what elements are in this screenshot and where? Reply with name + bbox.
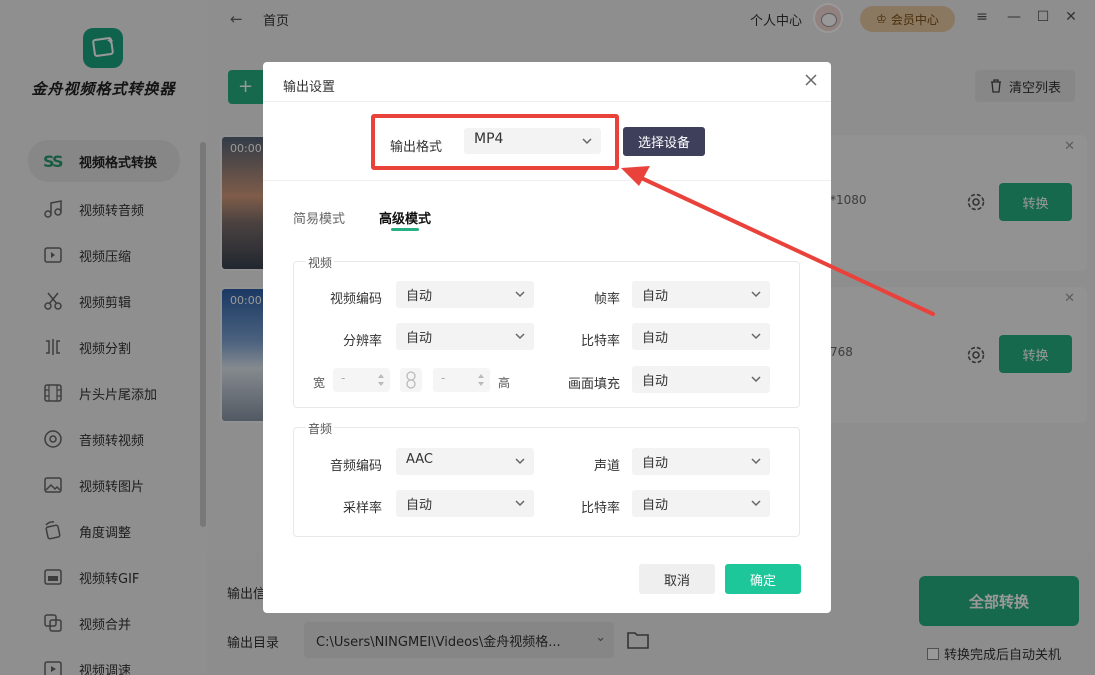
chevron-down-icon xyxy=(751,376,761,383)
width-value: - xyxy=(341,371,346,385)
resolution-select[interactable]: 自动 xyxy=(396,323,534,350)
divider xyxy=(263,101,831,102)
fill-mode-value: 自动 xyxy=(642,374,669,389)
close-icon[interactable] xyxy=(803,72,819,88)
audio-settings-group: 音频 音频编码 AAC 声道 自动 采样率 自动 比特率 自动 xyxy=(293,420,800,537)
sample-rate-select[interactable]: 自动 xyxy=(396,490,534,517)
resolution-value: 自动 xyxy=(406,331,433,346)
audio-group-title: 音频 xyxy=(306,420,335,437)
stepper-arrows-icon[interactable] xyxy=(377,371,385,389)
chevron-down-icon xyxy=(515,333,525,340)
chevron-down-icon xyxy=(515,458,525,465)
chevron-down-icon xyxy=(751,333,761,340)
sample-rate-value: 自动 xyxy=(406,498,433,513)
height-input[interactable]: - xyxy=(433,368,490,392)
active-tab-indicator xyxy=(391,228,419,231)
aspect-lock-toggle[interactable] xyxy=(400,368,422,392)
chevron-down-icon xyxy=(515,291,525,298)
frame-rate-select[interactable]: 自动 xyxy=(632,281,770,308)
dialog-title: 输出设置 xyxy=(283,80,336,95)
height-value: - xyxy=(441,371,446,385)
frame-rate-value: 自动 xyxy=(642,289,669,304)
chevron-down-icon xyxy=(751,291,761,298)
tab-advanced-mode[interactable]: 高级模式 xyxy=(379,208,431,227)
cancel-button[interactable]: 取消 xyxy=(639,564,715,594)
video-bitrate-label: 比特率 xyxy=(580,334,620,349)
channel-label: 声道 xyxy=(593,459,620,474)
chevron-down-icon xyxy=(751,500,761,507)
video-settings-group: 视频 视频编码 自动 帧率 自动 分辨率 自动 比特率 自动 宽 - - 高 画… xyxy=(293,254,800,408)
width-input[interactable]: - xyxy=(333,368,390,392)
video-group-title: 视频 xyxy=(306,254,335,271)
height-label: 高 xyxy=(498,376,511,390)
resolution-label: 分辨率 xyxy=(342,334,382,349)
chevron-down-icon xyxy=(515,500,525,507)
audio-codec-label: 音频编码 xyxy=(329,459,382,474)
width-label: 宽 xyxy=(313,376,326,390)
select-device-button[interactable]: 选择设备 xyxy=(623,127,705,156)
audio-codec-value: AAC xyxy=(406,452,433,467)
output-settings-dialog: 输出设置 输出格式 MP4 选择设备 简易模式 高级模式 视频 视频编码 自动 … xyxy=(263,62,831,613)
video-codec-label: 视频编码 xyxy=(329,292,382,307)
video-codec-value: 自动 xyxy=(406,289,433,304)
audio-codec-select[interactable]: AAC xyxy=(396,448,534,475)
stepper-arrows-icon[interactable] xyxy=(477,371,485,389)
fill-mode-label: 画面填充 xyxy=(567,377,620,392)
audio-bitrate-label: 比特率 xyxy=(580,501,620,516)
audio-bitrate-value: 自动 xyxy=(642,498,669,513)
chevron-down-icon xyxy=(751,458,761,465)
frame-rate-label: 帧率 xyxy=(593,292,620,307)
confirm-button[interactable]: 确定 xyxy=(725,564,801,594)
fill-mode-select[interactable]: 自动 xyxy=(632,366,770,393)
tab-simple-mode[interactable]: 简易模式 xyxy=(293,208,345,227)
channel-select[interactable]: 自动 xyxy=(632,448,770,475)
highlight-box xyxy=(371,114,619,170)
video-bitrate-select[interactable]: 自动 xyxy=(632,323,770,350)
divider xyxy=(263,180,831,181)
sample-rate-label: 采样率 xyxy=(342,501,382,516)
link-icon xyxy=(406,371,416,389)
video-bitrate-value: 自动 xyxy=(642,331,669,346)
channel-value: 自动 xyxy=(642,456,669,471)
audio-bitrate-select[interactable]: 自动 xyxy=(632,490,770,517)
video-codec-select[interactable]: 自动 xyxy=(396,281,534,308)
